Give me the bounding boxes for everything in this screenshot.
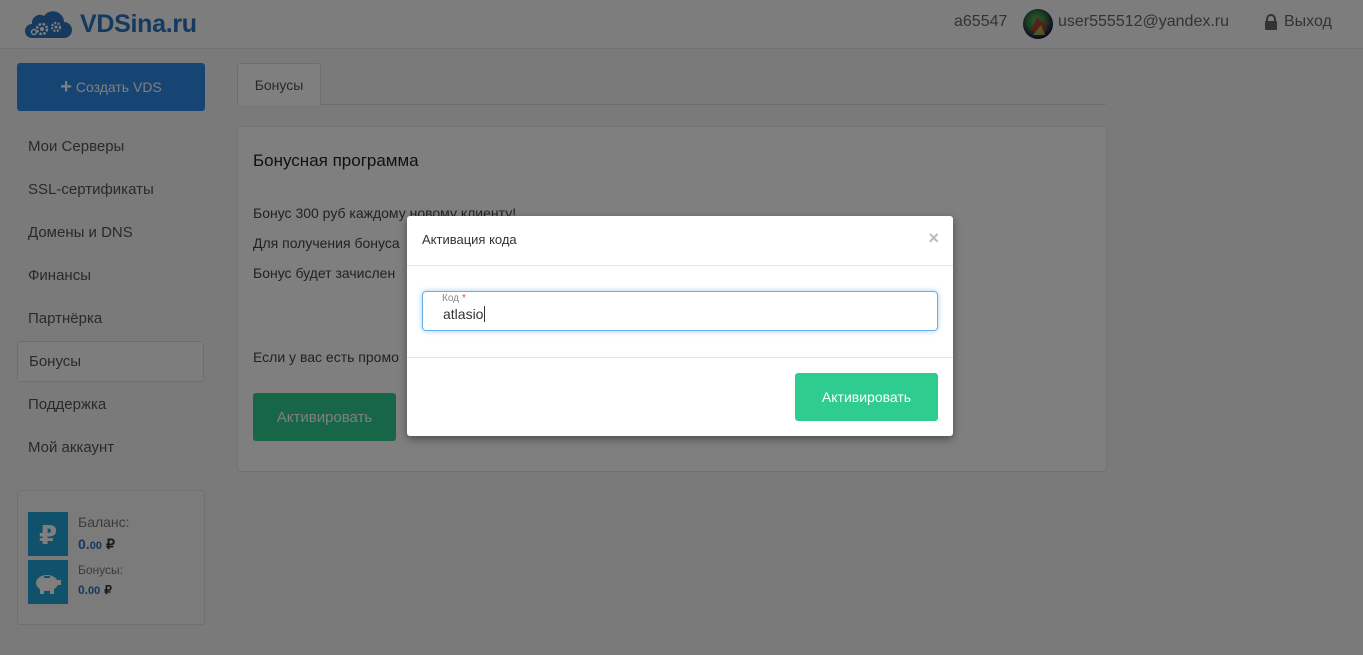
- modal-header: Активация кода ×: [407, 216, 953, 266]
- modal-activate-label: Активировать: [821, 389, 912, 405]
- modal-activate-button[interactable]: Активировать: [795, 373, 938, 421]
- required-mark: *: [462, 293, 466, 304]
- activate-code-modal: Активация кода × Код * atlasio Активирова…: [407, 216, 953, 436]
- modal-footer-divider: [407, 357, 953, 358]
- text-caret: [484, 306, 486, 322]
- code-input-value[interactable]: atlasio: [443, 306, 486, 322]
- close-icon[interactable]: ×: [928, 229, 939, 247]
- code-field-label: Код *: [442, 293, 466, 304]
- code-input[interactable]: Код * atlasio: [422, 291, 938, 331]
- modal-title: Активация кода: [422, 232, 517, 247]
